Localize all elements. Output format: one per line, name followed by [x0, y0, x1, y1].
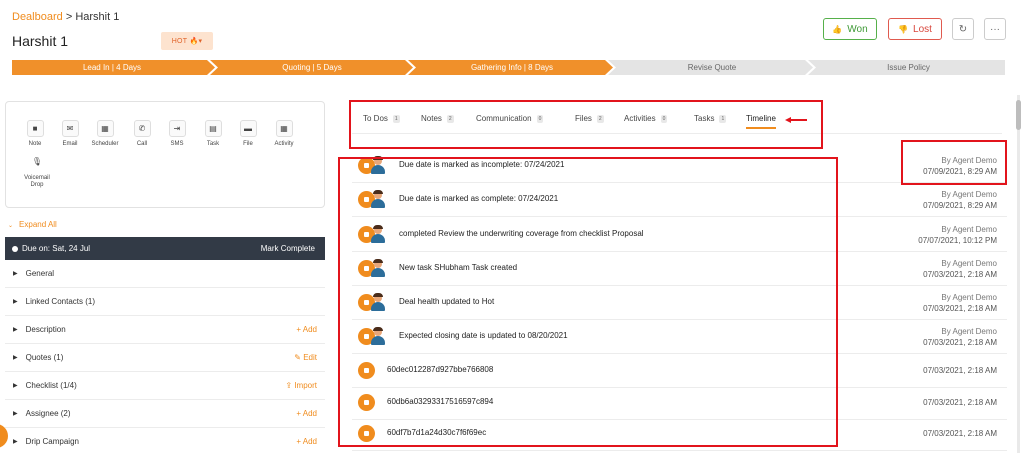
- add-assignee-button[interactable]: + Add: [296, 409, 317, 418]
- calendar-icon: ▦: [96, 120, 114, 137]
- scrollbar-thumb[interactable]: [1016, 100, 1021, 130]
- sms-icon: ⇥: [168, 120, 186, 137]
- timeline-time: 07/03/2021, 2:18 AM: [923, 429, 997, 438]
- add-drip-campaign-button[interactable]: + Add: [296, 437, 317, 446]
- action-call[interactable]: ✆ Call: [126, 120, 158, 148]
- quick-actions-card: ■ Note ✉ Email ▦ Scheduler ✆ Call ⇥ SMS …: [5, 101, 325, 208]
- caret-right-icon: ▶: [13, 299, 18, 305]
- pipeline-stages: Lead In | 4 Days Quoting | 5 Days Gather…: [12, 60, 1005, 75]
- action-email[interactable]: ✉ Email: [54, 120, 86, 148]
- pipeline-stage-issue-policy[interactable]: Issue Policy: [812, 60, 1005, 75]
- breadcrumb-current: Harshit 1: [75, 11, 120, 23]
- email-icon: ✉: [61, 120, 79, 137]
- caret-right-icon: ▶: [13, 355, 18, 361]
- thumbs-up-icon: 👍: [832, 24, 843, 34]
- thumbs-down-icon: 👎: [898, 24, 909, 34]
- pipeline-stage-gathering-info[interactable]: Gathering Info | 8 Days: [412, 60, 612, 75]
- lost-button[interactable]: 👎 Lost: [888, 18, 942, 40]
- folder-icon: ▬: [239, 120, 257, 137]
- timeline-agent: By Agent Demo: [941, 190, 997, 199]
- pipeline-stage-quoting[interactable]: Quoting | 5 Days: [212, 60, 412, 75]
- section-assignee[interactable]: ▶ Assignee (2) + Add: [5, 400, 325, 428]
- page-title: Harshit 1: [12, 33, 69, 49]
- caret-right-icon: ▶: [13, 327, 18, 333]
- timeline-agent: By Agent Demo: [941, 327, 997, 336]
- clock-icon: [12, 245, 18, 252]
- agent-time-highlight-box: [901, 140, 1007, 185]
- timeline-time: 07/03/2021, 2:18 AM: [923, 398, 997, 407]
- import-checklist-button[interactable]: ⇪ Import: [285, 381, 317, 390]
- tabs-highlight-box: [349, 100, 823, 149]
- action-task[interactable]: ▤ Task: [197, 120, 229, 148]
- timeline-time: 07/03/2021, 2:18 AM: [923, 270, 997, 279]
- timeline-time: 07/03/2021, 2:18 AM: [923, 366, 997, 375]
- section-checklist[interactable]: ▶ Checklist (1/4) ⇪ Import: [5, 372, 325, 400]
- pipeline-stage-revise-quote[interactable]: Revise Quote: [612, 60, 812, 75]
- section-quotes[interactable]: ▶ Quotes (1) ✎ Edit: [5, 344, 325, 372]
- lost-label: Lost: [913, 23, 932, 35]
- breadcrumb-dealboard-link[interactable]: Dealboard: [12, 11, 63, 23]
- note-icon: ■: [26, 120, 44, 137]
- edit-quotes-button[interactable]: ✎ Edit: [294, 353, 317, 362]
- phone-icon: ✆: [133, 120, 151, 137]
- caret-right-icon: ▶: [13, 439, 18, 445]
- deal-sections: ▶ General ▶ Linked Contacts (1) ▶ Descripti…: [5, 260, 325, 453]
- won-button[interactable]: 👍 Won: [823, 18, 877, 40]
- calendar-icon: ▦: [275, 120, 293, 137]
- won-label: Won: [847, 23, 868, 35]
- mark-complete-button[interactable]: Mark Complete: [261, 244, 315, 253]
- timeline-highlight-box: [338, 157, 838, 447]
- timeline-agent: By Agent Demo: [941, 225, 997, 234]
- section-general[interactable]: ▶ General: [5, 260, 325, 288]
- mic-icon: 🎙: [31, 157, 43, 166]
- expand-all-link[interactable]: ⌄ Expand All: [8, 220, 57, 229]
- due-date-label: Due on: Sat, 24 Jul: [22, 244, 91, 253]
- section-description[interactable]: ▶ Description + Add: [5, 316, 325, 344]
- breadcrumb: Dealboard > Harshit 1: [12, 11, 119, 23]
- pipeline-stage-lead-in[interactable]: Lead In | 4 Days: [12, 60, 212, 75]
- refresh-button[interactable]: ↻: [952, 18, 974, 40]
- timeline-agent: By Agent Demo: [941, 259, 997, 268]
- breadcrumb-separator: >: [65, 11, 73, 23]
- action-scheduler[interactable]: ▦ Scheduler: [89, 120, 121, 148]
- page-scrollbar[interactable]: [1017, 95, 1020, 453]
- timeline-time: 07/03/2021, 2:18 AM: [923, 338, 997, 347]
- action-sms[interactable]: ⇥ SMS: [161, 120, 193, 148]
- deal-health-dropdown[interactable]: HOT 🔥▾: [161, 32, 213, 50]
- timeline-time: 07/09/2021, 8:29 AM: [923, 201, 997, 210]
- action-activity[interactable]: ▦ Activity: [268, 120, 300, 148]
- due-date-bar: Due on: Sat, 24 Jul Mark Complete: [5, 237, 325, 260]
- section-linked-contacts[interactable]: ▶ Linked Contacts (1): [5, 288, 325, 316]
- chevron-down-icon: ⌄: [8, 223, 14, 229]
- timeline-agent: By Agent Demo: [941, 293, 997, 302]
- caret-right-icon: ▶: [13, 383, 18, 389]
- caret-right-icon: ▶: [13, 411, 18, 417]
- more-options-button[interactable]: ···: [984, 18, 1006, 40]
- action-note[interactable]: ■ Note: [19, 120, 51, 148]
- add-description-button[interactable]: + Add: [296, 325, 317, 334]
- action-voicemail-drop[interactable]: 🎙 Voicemail Drop: [19, 154, 55, 189]
- caret-right-icon: ▶: [13, 271, 18, 277]
- section-drip-campaign[interactable]: ▶ Drip Campaign + Add: [5, 428, 325, 453]
- refresh-icon: ↻: [958, 23, 968, 35]
- more-icon: ···: [990, 23, 1000, 35]
- task-icon: ▤: [204, 120, 222, 137]
- action-file[interactable]: ▬ File: [232, 120, 264, 148]
- timeline-time: 07/07/2021, 10:12 PM: [918, 236, 997, 245]
- timeline-time: 07/03/2021, 2:18 AM: [923, 304, 997, 313]
